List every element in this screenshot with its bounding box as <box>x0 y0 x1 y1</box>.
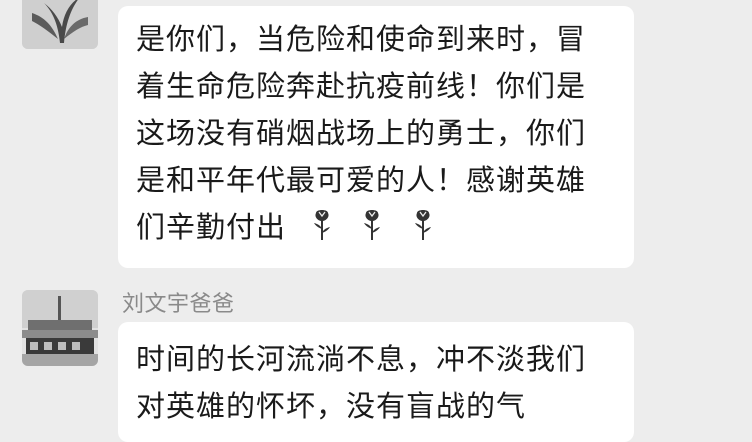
avatar-monument-image <box>22 290 98 366</box>
message-line: 这场没有硝烟战场上的勇士，你们 <box>136 116 587 150</box>
message-line: 对英雄的怀坏，没有盲战的气 <box>136 389 527 423</box>
message-line: 时间的长河流淌不息，冲不淡我们 <box>136 342 587 376</box>
message-line: 是和平年代最可爱的人！感谢英雄 <box>136 163 587 197</box>
message-text: 时间的长河流淌不息，冲不淡我们 对英雄的怀坏，没有盲战的气 <box>136 336 620 430</box>
avatar-flower-image <box>22 0 98 49</box>
message-line: 着生命危险奔赴抗疫前线！你们是 <box>136 69 587 103</box>
sender-name: 刘文宇爸爸 <box>122 292 235 317</box>
avatar[interactable] <box>22 290 98 366</box>
message-text: 是你们，当危险和使命到来时，冒 着生命危险奔赴抗疫前线！你们是 这场没有硝烟战场… <box>136 16 620 251</box>
avatar[interactable] <box>22 0 98 49</box>
message-bubble[interactable]: 时间的长河流淌不息，冲不淡我们 对英雄的怀坏，没有盲战的气 <box>118 322 634 442</box>
message-line: 们辛勤付出 <box>136 210 287 244</box>
rose-icon <box>414 210 431 240</box>
message-line-last: 们辛勤付出 <box>136 204 620 251</box>
message-line: 是你们，当危险和使命到来时，冒 <box>136 22 587 56</box>
rose-icon <box>314 210 331 240</box>
rose-icon <box>364 210 381 240</box>
message-bubble[interactable]: 是你们，当危险和使命到来时，冒 着生命危险奔赴抗疫前线！你们是 这场没有硝烟战场… <box>118 6 634 268</box>
